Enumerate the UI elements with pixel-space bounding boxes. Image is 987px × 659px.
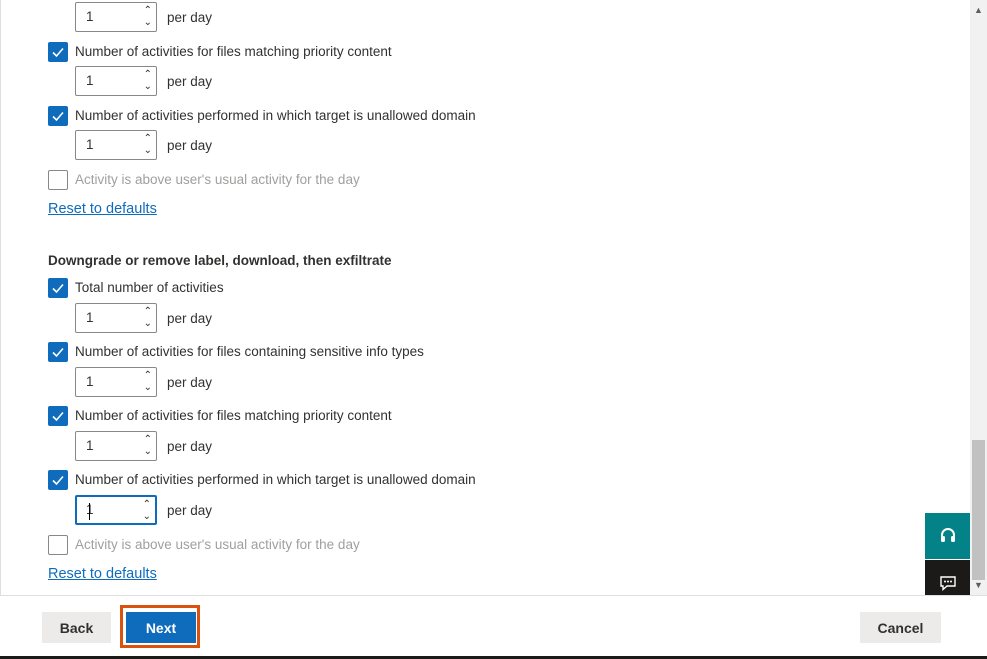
chevron-up-icon[interactable]: ⌃: [144, 6, 152, 16]
total-activities-stepper[interactable]: 1 ⌃ ⌄: [75, 2, 157, 32]
chevron-down-icon[interactable]: ⌄: [144, 146, 152, 156]
stepper-value: 1: [86, 438, 94, 453]
sensitive-info-label: Number of activities for files containin…: [75, 344, 424, 359]
unallowed-domain-checkbox[interactable]: [48, 470, 68, 490]
per-day-label: per day: [167, 138, 213, 153]
priority-content-label: Number of activities for files matching …: [75, 408, 392, 423]
priority-content-stepper[interactable]: 1 ⌃ ⌄: [75, 431, 157, 461]
unallowed-domain-label: Number of activities performed in which …: [75, 472, 476, 487]
chevron-down-icon[interactable]: ⌄: [144, 82, 152, 92]
settings-panel: 1 ⌃ ⌄ per day Number of activities for f…: [0, 0, 970, 595]
reset-defaults-link[interactable]: Reset to defaults: [48, 566, 157, 582]
checkmark-icon: [52, 475, 64, 486]
unallowed-domain-label: Number of activities performed in which …: [75, 108, 476, 123]
next-button-highlight: [120, 605, 200, 648]
cancel-button[interactable]: Cancel: [860, 612, 941, 643]
chevron-down-icon[interactable]: ⌄: [143, 512, 151, 522]
total-activities-label: Total number of activities: [75, 280, 224, 295]
above-usual-checkbox[interactable]: [48, 170, 68, 190]
scroll-up-arrow-icon[interactable]: ▲: [974, 5, 983, 15]
per-day-label: per day: [167, 74, 213, 89]
checkmark-icon: [52, 47, 64, 58]
reset-defaults-link[interactable]: Reset to defaults: [48, 201, 157, 217]
checkmark-icon: [52, 283, 64, 294]
per-day-label: per day: [167, 311, 213, 326]
chevron-up-icon[interactable]: ⌃: [144, 134, 152, 144]
above-usual-label: Activity is above user's usual activity …: [75, 537, 360, 552]
chevron-down-icon[interactable]: ⌄: [144, 383, 152, 393]
scrollbar-thumb[interactable]: [972, 440, 985, 580]
checkmark-icon: [52, 347, 64, 358]
stepper-value: 1: [86, 137, 94, 152]
help-button[interactable]: [925, 513, 970, 559]
stepper-value: 1: [86, 9, 94, 24]
chevron-up-icon[interactable]: ⌃: [144, 70, 152, 80]
stepper-value: 1: [86, 73, 94, 88]
chevron-up-icon[interactable]: ⌃: [144, 307, 152, 317]
chevron-down-icon[interactable]: ⌄: [144, 447, 152, 457]
checkmark-icon: [52, 111, 64, 122]
chevron-up-icon[interactable]: ⌃: [144, 435, 152, 445]
feedback-icon: [939, 576, 956, 592]
above-usual-checkbox[interactable]: [48, 535, 68, 555]
sensitive-info-stepper[interactable]: 1 ⌃ ⌄: [75, 367, 157, 397]
priority-content-label: Number of activities for files matching …: [75, 44, 392, 59]
per-day-label: per day: [167, 10, 213, 25]
stepper-value: 1: [86, 374, 94, 389]
unallowed-domain-stepper[interactable]: 1 ⌃ ⌄: [75, 495, 157, 525]
per-day-label: per day: [167, 375, 213, 390]
above-usual-label: Activity is above user's usual activity …: [75, 172, 360, 187]
total-activities-stepper[interactable]: 1 ⌃ ⌄: [75, 303, 157, 333]
scroll-down-arrow-icon[interactable]: ▼: [974, 580, 983, 590]
unallowed-domain-stepper[interactable]: 1 ⌃ ⌄: [75, 130, 157, 160]
priority-content-checkbox[interactable]: [48, 406, 68, 426]
section-title: Downgrade or remove label, download, the…: [48, 253, 392, 268]
chevron-down-icon[interactable]: ⌄: [144, 18, 152, 28]
unallowed-domain-checkbox[interactable]: [48, 106, 68, 126]
vertical-scrollbar[interactable]: ▲ ▼: [970, 0, 987, 595]
sensitive-info-checkbox[interactable]: [48, 342, 68, 362]
back-button[interactable]: Back: [42, 612, 111, 643]
checkmark-icon: [52, 411, 64, 422]
total-activities-checkbox[interactable]: [48, 278, 68, 298]
priority-content-stepper[interactable]: 1 ⌃ ⌄: [75, 66, 157, 96]
per-day-label: per day: [167, 503, 213, 518]
priority-content-checkbox[interactable]: [48, 42, 68, 62]
stepper-value: 1: [86, 310, 94, 325]
headset-icon: [940, 528, 955, 542]
per-day-label: per day: [167, 439, 213, 454]
chevron-up-icon[interactable]: ⌃: [144, 371, 152, 381]
chevron-down-icon[interactable]: ⌄: [144, 319, 152, 329]
text-caret: [89, 503, 90, 520]
chevron-up-icon[interactable]: ⌃: [143, 500, 151, 510]
